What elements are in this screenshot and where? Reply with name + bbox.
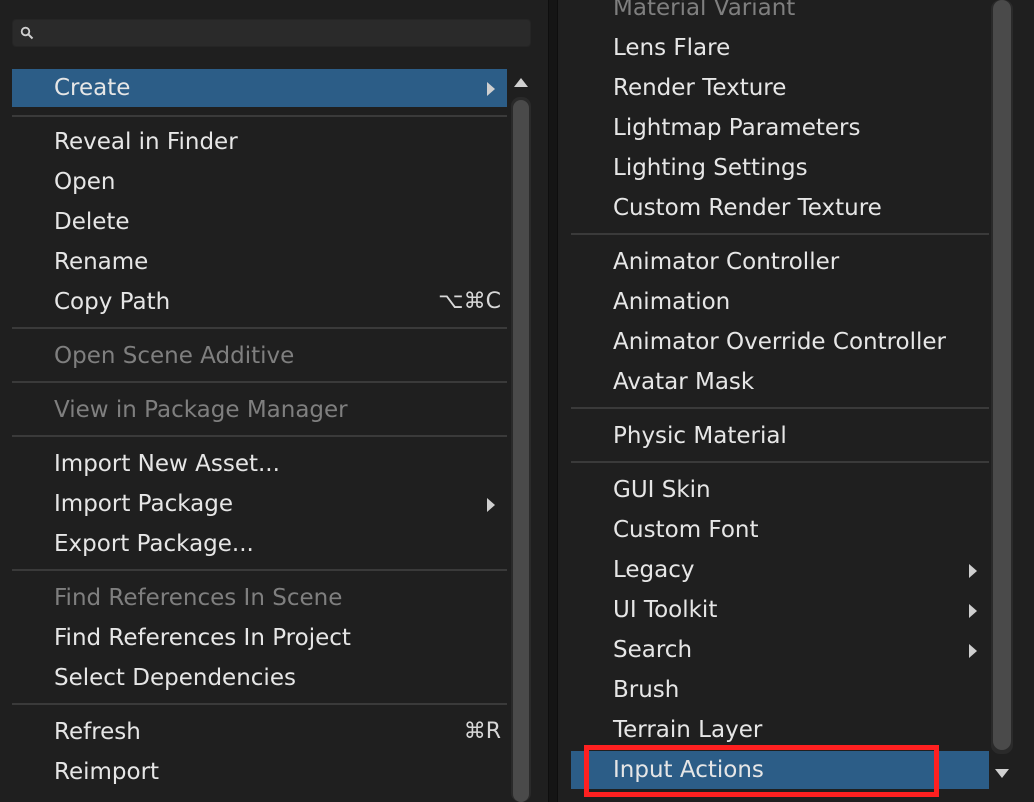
menu-item-reveal-in-finder[interactable]: Reveal in Finder [12,123,507,161]
menu-item-physic-material[interactable]: Physic Material [571,417,989,455]
menu-item-avatar-mask[interactable]: Avatar Mask [571,363,989,401]
menu-item-gui-skin[interactable]: GUI Skin [571,471,989,509]
scroll-up-icon[interactable] [514,78,528,87]
menu-item-search[interactable]: Search [571,631,989,669]
menu-item-animator-override-controller[interactable]: Animator Override Controller [571,323,989,361]
menu-item-label: Input Actions [613,757,764,783]
menu-item-label: Animator Override Controller [613,329,947,355]
menu-item-label: Refresh [54,719,141,745]
menu-item-label: Rename [54,249,149,275]
menu-item-select-dependencies[interactable]: Select Dependencies [12,659,507,697]
menu-item-label: Legacy [613,557,695,583]
menu-item-label: Brush [613,677,680,703]
chevron-right-icon [969,604,977,618]
menu-item-label: Open Scene Additive [54,343,295,369]
menu-item-label: Lens Flare [613,35,731,61]
menu-item-label: Avatar Mask [613,369,755,395]
menu-item-label: Custom Font [613,517,759,543]
menu-item-label: Import Package [54,491,233,517]
menu-item-label: Search [613,637,693,663]
menu-item-shortcut: ⌘R [463,719,501,744]
menu-item-label: Reveal in Finder [54,129,238,155]
menu-item-label: Reimport [54,759,160,785]
menu-item-refresh[interactable]: Refresh ⌘R [12,713,507,751]
menu-item-import-package[interactable]: Import Package [12,485,507,523]
menu-item-terrain-layer[interactable]: Terrain Layer [571,711,989,749]
menu-item-open-scene-additive: Open Scene Additive [12,337,507,375]
menu-gap [549,0,557,802]
menu-item-legacy[interactable]: Legacy [571,551,989,589]
menu-item-label: Find References In Project [54,625,351,651]
chevron-right-icon [487,498,495,512]
menu-item-copy-path[interactable]: Copy Path ⌥⌘C [12,283,507,321]
menu-item-label: Find References In Scene [54,585,343,611]
menu-item-custom-font[interactable]: Custom Font [571,511,989,549]
menu-item-label: Select Dependencies [54,665,296,691]
chevron-right-icon [969,564,977,578]
menu-item-label: Delete [54,209,130,235]
create-submenu: Material Variant Lens Flare Render Textu… [557,0,1034,802]
menu-separator [12,327,507,329]
menu-item-label: Render Texture [613,75,787,101]
menu-item-view-in-package-manager: View in Package Manager [12,391,507,429]
menu-separator [12,435,507,437]
search-input[interactable] [12,19,531,47]
menu-item-brush[interactable]: Brush [571,671,989,709]
menu-item-label: Import New Asset... [54,451,280,477]
menu-item-delete[interactable]: Delete [12,203,507,241]
scrollbar-thumb[interactable] [993,0,1011,750]
menu-separator [571,461,989,463]
menu-item-label: GUI Skin [613,477,711,503]
menu-separator [12,115,507,117]
menu-item-find-references-in-scene: Find References In Scene [12,579,507,617]
menu-item-label: Physic Material [613,423,787,449]
menu-item-shortcut: ⌥⌘C [438,289,501,314]
menu-item-label: Terrain Layer [613,717,763,743]
menu-separator [12,703,507,705]
scroll-down-icon[interactable] [995,769,1009,778]
menu-item-lighting-settings[interactable]: Lighting Settings [571,149,989,187]
menu-item-label: Lighting Settings [613,155,808,181]
menu-item-animation[interactable]: Animation [571,283,989,321]
menu-item-lens-flare[interactable]: Lens Flare [571,29,989,67]
menu-item-find-references-in-project[interactable]: Find References In Project [12,619,507,657]
menu-item-input-actions[interactable]: Input Actions [571,751,989,789]
menu-item-label: Copy Path [54,289,171,315]
menu-item-export-package[interactable]: Export Package... [12,525,507,563]
menu-item-ui-toolkit[interactable]: UI Toolkit [571,591,989,629]
menu-separator [571,233,989,235]
menu-item-label: Animator Controller [613,249,840,275]
menu-item-animator-controller[interactable]: Animator Controller [571,243,989,281]
menu-separator [12,381,507,383]
menu-item-label: Lightmap Parameters [613,115,861,141]
context-menu: Create Reveal in Finder Open Delete Rena… [0,0,549,802]
menu-item-material-variant: Material Variant [571,0,989,27]
menu-item-import-new-asset[interactable]: Import New Asset... [12,445,507,483]
menu-item-label: View in Package Manager [54,397,348,423]
menu-item-rename[interactable]: Rename [12,243,507,281]
menu-item-label: Create [54,75,131,101]
menu-item-lightmap-parameters[interactable]: Lightmap Parameters [571,109,989,147]
search-icon [20,26,34,40]
menu-item-label: Custom Render Texture [613,195,882,221]
menu-separator [12,569,507,571]
menu-item-label: Material Variant [613,0,796,21]
chevron-right-icon [487,82,495,96]
scrollbar-thumb[interactable] [513,100,529,802]
menu-item-label: Open [54,169,116,195]
menu-item-custom-render-texture[interactable]: Custom Render Texture [571,189,989,227]
chevron-right-icon [969,644,977,658]
menu-separator [571,407,989,409]
menu-item-create[interactable]: Create [12,69,507,107]
menu-item-render-texture[interactable]: Render Texture [571,69,989,107]
menu-item-label: Animation [613,289,731,315]
menu-item-label: UI Toolkit [613,597,718,623]
menu-item-open[interactable]: Open [12,163,507,201]
menu-item-reimport[interactable]: Reimport [12,753,507,791]
menu-item-label: Export Package... [54,531,254,557]
